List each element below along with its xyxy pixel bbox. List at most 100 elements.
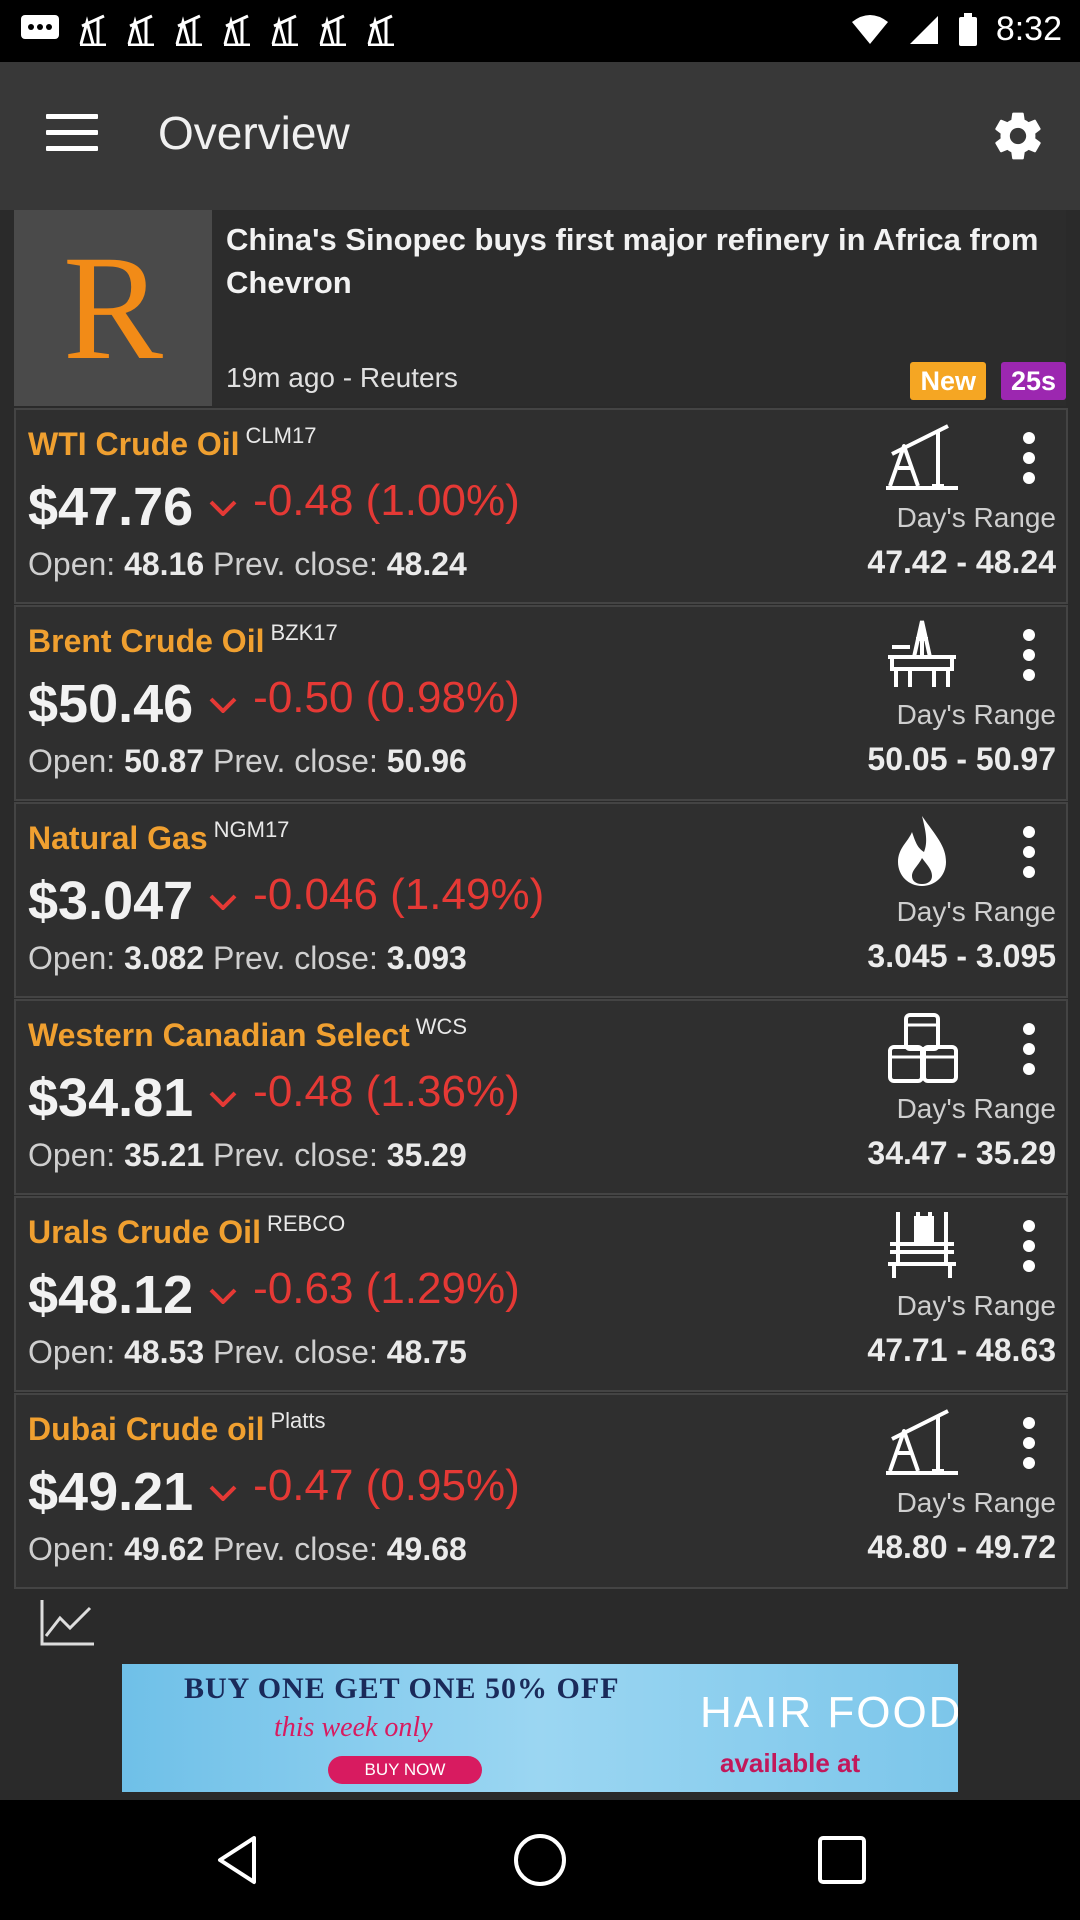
news-meta: 19m ago - Reuters: [226, 362, 458, 393]
open-prev-line: Open: 3.082 Prev. close: 3.093: [28, 940, 467, 977]
status-bar: 8:32: [0, 0, 1080, 62]
signal-icon: [909, 15, 938, 44]
commodity-name: Natural Gas NGM17: [28, 817, 290, 856]
barrels-icon: [888, 1013, 958, 1083]
more-options-icon[interactable]: [1018, 629, 1040, 685]
back-icon[interactable]: [208, 1830, 268, 1890]
commodity-change: -0.47 (0.95%): [253, 1461, 520, 1510]
flame-icon: [898, 816, 946, 886]
days-range-label: Day's Range: [896, 896, 1056, 927]
open-value: 48.16: [124, 546, 205, 582]
commodity-card[interactable]: Brent Crude Oil BZK17 $50.46 -0.50 (0.98%…: [14, 605, 1068, 801]
more-options-icon[interactable]: [1018, 1023, 1040, 1079]
commodity-price: $34.81: [28, 1068, 194, 1128]
open-label: Open:: [28, 940, 116, 976]
oil-pump-icon: [79, 14, 106, 46]
message-icon: [21, 15, 59, 39]
commodity-card[interactable]: WTI Crude Oil CLM17 $47.76 -0.48 (1.00%) …: [14, 408, 1068, 604]
days-range-value: 47.71 - 48.63: [867, 1332, 1056, 1368]
gear-icon[interactable]: [990, 108, 1046, 164]
open-prev-line: Open: 35.21 Prev. close: 35.29: [28, 1137, 467, 1174]
days-range-value: 48.80 - 49.72: [867, 1529, 1056, 1565]
open-value: 35.21: [124, 1137, 205, 1173]
more-options-icon[interactable]: [1018, 826, 1040, 882]
chart-icon[interactable]: [38, 1598, 96, 1648]
down-arrow-icon: [209, 1091, 237, 1107]
open-prev-line: Open: 48.53 Prev. close: 48.75: [28, 1334, 467, 1371]
app-bar: Overview: [0, 62, 1080, 210]
more-options-icon[interactable]: [1018, 1220, 1040, 1276]
open-prev-line: Open: 49.62 Prev. close: 49.68: [28, 1531, 467, 1568]
ad-subline: this week only: [274, 1712, 433, 1743]
open-label: Open:: [28, 1531, 116, 1567]
oil-pump-icon: [367, 14, 394, 46]
prev-close-label: Prev. close:: [213, 1137, 378, 1173]
clock: 8:32: [995, 10, 1062, 48]
news-item[interactable]: R China's Sinopec buys first major refin…: [14, 210, 1066, 406]
ad-banner[interactable]: BUY ONE GET ONE 50% OFF this week only B…: [122, 1664, 958, 1792]
commodity-price: $47.76: [28, 477, 194, 537]
oil-pump-icon: [319, 14, 346, 46]
prev-close-value: 35.29: [386, 1137, 467, 1173]
days-range-value: 3.045 - 3.095: [867, 938, 1056, 974]
prev-close-label: Prev. close:: [213, 546, 378, 582]
commodity-change: -0.50 (0.98%): [253, 673, 520, 722]
prev-close-value: 48.24: [386, 546, 467, 582]
commodity-card[interactable]: Urals Crude Oil REBCO $48.12 -0.63 (1.29%…: [14, 1196, 1068, 1392]
prev-close-label: Prev. close:: [213, 743, 378, 779]
days-range-label: Day's Range: [896, 1093, 1056, 1124]
down-arrow-icon: [209, 697, 237, 713]
more-options-icon[interactable]: [1018, 1417, 1040, 1473]
battery-icon: [958, 12, 977, 46]
ad-headline: BUY ONE GET ONE 50% OFF: [184, 1672, 620, 1705]
age-badge: 25s: [1000, 362, 1066, 400]
commodity-name: Urals Crude Oil REBCO: [28, 1211, 346, 1250]
oil-pump-icon: [886, 1409, 958, 1475]
commodity-card[interactable]: Dubai Crude oil Platts $49.21 -0.47 (0.95…: [14, 1393, 1068, 1589]
platform-icon: [888, 1212, 956, 1278]
open-label: Open:: [28, 743, 116, 779]
open-label: Open:: [28, 546, 116, 582]
home-icon[interactable]: [510, 1830, 570, 1890]
days-range-value: 50.05 - 50.97: [867, 741, 1056, 777]
open-value: 49.62: [124, 1531, 205, 1567]
days-range-label: Day's Range: [896, 1290, 1056, 1321]
prev-close-label: Prev. close:: [213, 940, 378, 976]
oil-pump-icon: [175, 14, 202, 46]
navigation-bar: [0, 1800, 1080, 1920]
commodity-card[interactable]: Western Canadian Select WCS $34.81 -0.48 …: [14, 999, 1068, 1195]
commodity-symbol: BZK17: [270, 620, 338, 645]
commodity-change: -0.046 (1.49%): [253, 870, 545, 919]
open-value: 3.082: [124, 940, 205, 976]
oil-pump-icon: [223, 14, 250, 46]
prev-close-value: 50.96: [386, 743, 467, 779]
new-badge: New: [910, 362, 986, 400]
ad-buy-now-button[interactable]: BUY NOW: [328, 1756, 482, 1784]
oil-pump-icon: [271, 14, 298, 46]
wifi-icon: [851, 14, 888, 44]
oil-rig-icon: [888, 620, 956, 687]
days-range-label: Day's Range: [896, 502, 1056, 533]
commodity-name: Brent Crude Oil BZK17: [28, 620, 338, 659]
open-label: Open:: [28, 1334, 116, 1370]
days-range-label: Day's Range: [896, 699, 1056, 730]
more-options-icon[interactable]: [1018, 432, 1040, 488]
down-arrow-icon: [209, 894, 237, 910]
open-prev-line: Open: 50.87 Prev. close: 50.96: [28, 743, 467, 780]
prev-close-value: 3.093: [386, 940, 467, 976]
commodity-price: $48.12: [28, 1265, 194, 1325]
open-value: 48.53: [124, 1334, 205, 1370]
recents-icon[interactable]: [812, 1830, 872, 1890]
commodity-symbol: NGM17: [213, 817, 290, 842]
ad-brand: HAIR FOOD: [700, 1688, 958, 1737]
commodity-price: $3.047: [28, 871, 194, 931]
menu-icon[interactable]: [46, 114, 98, 158]
commodity-symbol: CLM17: [245, 423, 317, 448]
commodity-change: -0.48 (1.00%): [253, 476, 520, 525]
down-arrow-icon: [209, 1485, 237, 1501]
commodity-card[interactable]: Natural Gas NGM17 $3.047 -0.046 (1.49%) O…: [14, 802, 1068, 998]
reuters-logo: R: [14, 210, 212, 406]
news-headline[interactable]: China's Sinopec buys first major refiner…: [226, 218, 1056, 304]
prev-close-label: Prev. close:: [213, 1531, 378, 1567]
commodity-symbol: WCS: [415, 1014, 468, 1039]
